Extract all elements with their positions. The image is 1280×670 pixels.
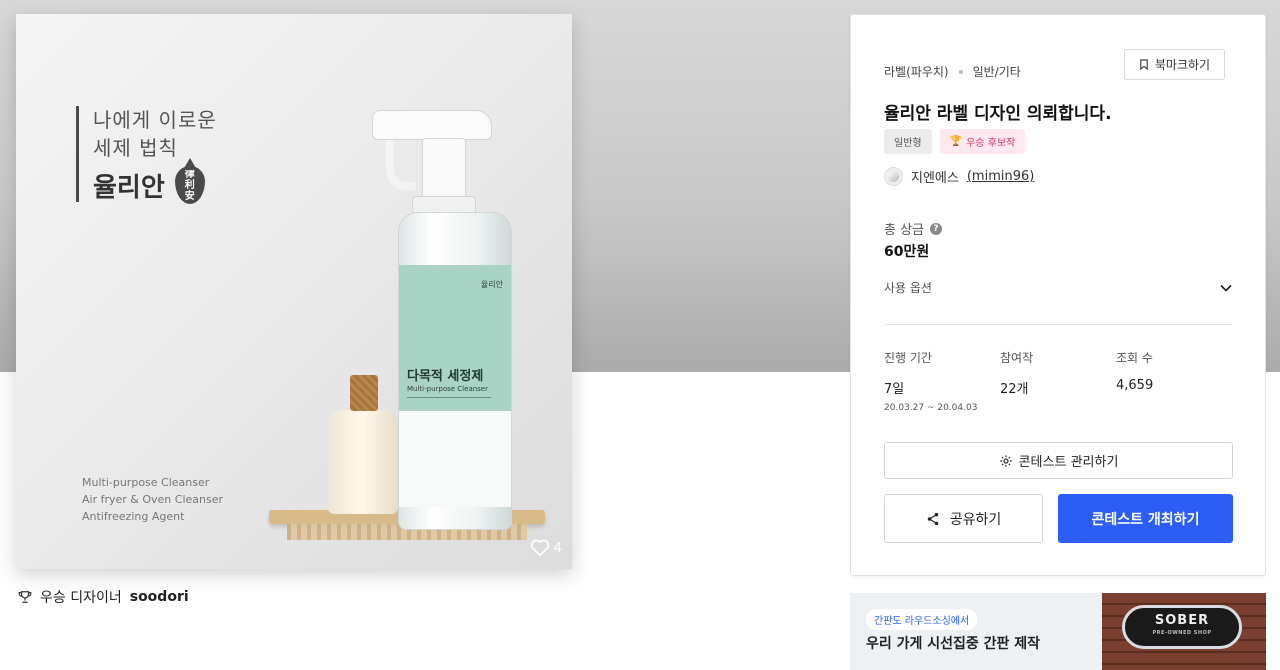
stat-entries: 참여작 22개 <box>1000 349 1033 397</box>
usage-options-label: 사용 옵션 <box>884 281 932 295</box>
drop-char-3: 安 <box>184 190 195 202</box>
breadcrumb-subcategory[interactable]: 일반/기타 <box>973 63 1021 80</box>
bookmark-label: 북마크하기 <box>1154 58 1211 72</box>
contest-tags: 일반형 🏆 우승 후보작 <box>884 129 1026 154</box>
winner-prefix: 우승 디자이너 <box>40 590 122 606</box>
spray-bottle: 율리안 다목적 세정제 Multi-purpose Cleanser ✋ <box>398 212 512 530</box>
bookmark-icon <box>1140 59 1148 70</box>
manage-contest-label: 콘테스트 관리하기 <box>1018 455 1119 470</box>
tag-type: 일반형 <box>884 129 932 154</box>
tag-winner-label: 우승 후보작 <box>966 138 1016 149</box>
stat-duration-label: 진행 기간 <box>884 351 932 365</box>
chevron-down-icon <box>1220 284 1232 292</box>
signboard-ad-banner[interactable]: 간판도 라우드소싱에서 우리 가게 시선집중 간판 제작 SOBER PRE-O… <box>850 593 1266 670</box>
banner-sign-image: SOBER PRE-OWNED SHOP <box>1122 605 1242 649</box>
banner-text: 우리 가게 시선집중 간판 제작 <box>866 636 1041 652</box>
stat-views-value: 4,659 <box>1116 378 1154 393</box>
help-icon[interactable]: ? <box>930 222 943 235</box>
hero-eng-line-3: Antifreezing Agent <box>82 510 185 523</box>
total-prize-text: 총 상금 <box>884 223 925 238</box>
banner-sign-main: SOBER <box>1154 613 1210 628</box>
bottle-label-brand: 율리안 <box>480 280 503 289</box>
host-contest-button[interactable]: 콘테스트 개최하기 <box>1058 494 1233 543</box>
hero-line-2: 세제 법칙 <box>93 136 178 160</box>
hero-line-1: 나에게 이로운 <box>93 108 217 132</box>
share-button[interactable]: 공유하기 <box>884 494 1043 543</box>
contest-info-panel: 라벨(파우치) 일반/기타 북마크하기 율리안 라벨 디자인 의뢰합니다. 일반… <box>850 14 1266 576</box>
small-glass-bottle <box>328 410 398 514</box>
tag-winner-candidate: 🏆 우승 후보작 <box>939 129 1026 154</box>
usage-options-toggle[interactable]: 사용 옵션 <box>884 279 1232 296</box>
hero-brand-text: 율리안 <box>93 172 165 203</box>
heart-icon <box>530 539 549 557</box>
drop-char-2: 利 <box>184 179 195 191</box>
manage-contest-button[interactable]: 콘테스트 관리하기 <box>884 442 1233 479</box>
share-icon <box>927 512 938 525</box>
author-id[interactable]: (mimin96) <box>967 169 1034 184</box>
breadcrumb-separator <box>958 69 963 74</box>
stat-duration-range: 20.03.27 ~ 20.04.03 <box>884 403 978 413</box>
drop-logo-icon: 律 利 安 <box>174 158 205 204</box>
like-count: 4 <box>553 540 562 556</box>
author-name: 지엔에스 <box>911 171 959 186</box>
contest-title: 율리안 라벨 디자인 의뢰합니다. <box>884 104 1112 124</box>
breadcrumb: 라벨(파우치) 일반/기타 <box>884 63 1021 80</box>
avatar <box>884 167 903 186</box>
gear-icon <box>999 454 1012 467</box>
stat-duration: 진행 기간 7일 20.03.27 ~ 20.04.03 <box>884 349 977 413</box>
winner-name[interactable]: soodori <box>130 589 189 605</box>
total-prize-label: 총 상금 ? <box>884 219 943 238</box>
trophy-icon <box>18 591 32 603</box>
bottle-label-lower: ✋ <box>399 411 511 507</box>
hero-brand: 율리안 律 利 安 <box>93 158 217 204</box>
breadcrumb-category[interactable]: 라벨(파우치) <box>884 63 949 80</box>
share-label: 공유하기 <box>949 511 1002 528</box>
stat-views-label: 조회 수 <box>1116 351 1153 365</box>
banner-sign-sub: PRE-OWNED SHOP <box>1152 630 1212 636</box>
hero-eng-line-2: Air fryer & Oven Cleanser <box>82 493 224 506</box>
like-counter[interactable]: 4 <box>530 539 562 557</box>
hero-headline: 나에게 이로운 세제 법칙 율리안 律 利 安 <box>76 106 217 204</box>
banner-chip: 간판도 라우드소싱에서 <box>866 609 978 630</box>
winner-designer: 우승 디자이너 soodori <box>18 587 189 607</box>
hero-english-text: Multi-purpose Cleanser Air fryer & Oven … <box>82 474 223 525</box>
stat-entries-label: 참여작 <box>1000 351 1034 365</box>
stat-entries-value: 22개 <box>1000 382 1029 397</box>
divider <box>884 324 1232 325</box>
contest-author[interactable]: 지엔에스 (mimin96) <box>884 167 1034 186</box>
drop-char-1: 律 <box>184 168 195 180</box>
trophy-icon: 🏆 <box>949 136 963 147</box>
host-contest-label: 콘테스트 개최하기 <box>1091 511 1200 528</box>
bottle-label-title: 다목적 세정제 <box>407 369 484 384</box>
stat-duration-value: 7일 <box>884 382 905 397</box>
spray-trigger <box>372 110 492 214</box>
cork-stopper <box>350 375 378 411</box>
stat-views: 조회 수 4,659 <box>1116 349 1153 393</box>
hero-eng-line-1: Multi-purpose Cleanser <box>82 476 210 489</box>
bottle-label: 율리안 다목적 세정제 Multi-purpose Cleanser <box>399 265 511 411</box>
contest-hero-image[interactable]: 나에게 이로운 세제 법칙 율리안 律 利 安 Multi-purpose Cl… <box>16 14 572 569</box>
total-prize-value: 60만원 <box>884 244 930 260</box>
bookmark-button[interactable]: 북마크하기 <box>1124 49 1225 80</box>
bottle-label-subtitle: Multi-purpose Cleanser <box>407 385 488 393</box>
